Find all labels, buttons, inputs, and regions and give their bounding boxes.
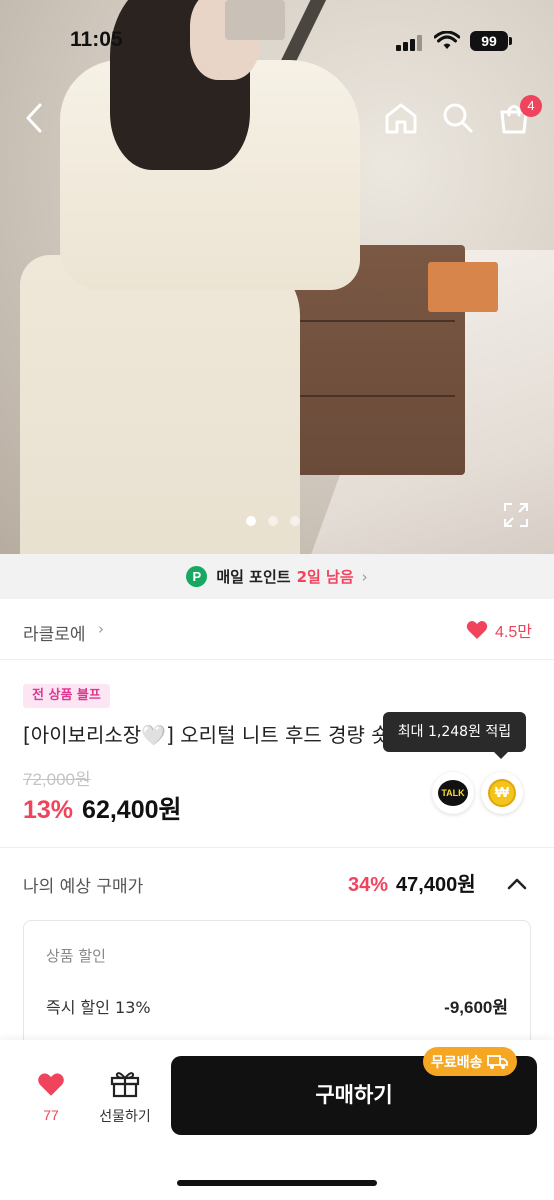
- won-coin-icon: ₩: [488, 779, 516, 807]
- back-button[interactable]: [14, 98, 54, 138]
- store-name[interactable]: 라클로에: [23, 620, 86, 645]
- search-icon: [443, 103, 473, 133]
- truck-icon: [486, 1054, 508, 1069]
- expected-price-label: 나의 예상 구매가: [23, 877, 144, 897]
- discount-breakdown: 상품 할인 즉시 할인 13% -9,600원: [23, 920, 531, 1060]
- discount-rate: 13%: [23, 796, 74, 824]
- wifi-icon: [434, 31, 460, 49]
- chevron-right-icon: ›: [98, 620, 104, 638]
- search-button[interactable]: [438, 98, 478, 138]
- point-label: 매일 포인트: [216, 568, 291, 586]
- instant-discount-label: 즉시 할인 13%: [46, 998, 151, 1017]
- expected-price-value: 47,400원: [396, 874, 476, 896]
- expand-icon[interactable]: [502, 501, 530, 529]
- price-row: 13% 62,400원: [23, 790, 182, 826]
- status-time: 11:05: [70, 28, 123, 51]
- promo-tag: 전 상품 블프: [23, 684, 110, 708]
- heart-icon: [466, 621, 488, 639]
- signal-icon: [396, 35, 422, 51]
- chevron-right-icon: ›: [361, 567, 368, 586]
- daily-point-banner[interactable]: P 매일 포인트 2일 남음 ›: [0, 554, 554, 599]
- kakao-talk-button[interactable]: TALK: [432, 772, 474, 814]
- photo-pants: [20, 255, 300, 554]
- free-shipping-badge: 무료배송: [423, 1047, 517, 1076]
- gift-button[interactable]: 선물하기: [93, 1070, 157, 1126]
- free-shipping-label: 무료배송: [431, 1054, 483, 1071]
- instant-discount-value: -9,600원: [444, 998, 508, 1017]
- sale-price: 62,400원: [82, 796, 182, 824]
- battery-tip: [509, 37, 512, 45]
- point-days-left: 2일 남음: [296, 568, 354, 586]
- points-button[interactable]: ₩: [481, 772, 523, 814]
- battery-indicator: 99: [470, 31, 508, 51]
- cart-count-badge: 4: [520, 95, 542, 117]
- point-badge: P: [186, 566, 208, 587]
- store-likes[interactable]: 4.5만: [466, 618, 532, 642]
- wishlist-button[interactable]: 77: [30, 1072, 72, 1123]
- heart-icon: [38, 1073, 64, 1096]
- original-price: 72,000원: [23, 770, 91, 789]
- carousel-dot[interactable]: [268, 516, 278, 526]
- points-tooltip: 최대 1,248원 적립: [383, 712, 526, 759]
- product-image[interactable]: [0, 0, 554, 554]
- expected-discount-rate: 34%: [348, 874, 389, 896]
- home-button[interactable]: [381, 98, 421, 138]
- gift-icon: [110, 1072, 140, 1098]
- talk-icon: TALK: [438, 780, 468, 806]
- chevron-left-icon: [26, 103, 42, 133]
- store-likes-count: 4.5만: [495, 624, 532, 641]
- photo-box: [428, 262, 498, 312]
- store-row[interactable]: 라클로에 › 4.5만: [0, 600, 554, 660]
- home-icon: [385, 103, 417, 134]
- status-bar: 11:05 99: [0, 0, 554, 80]
- expected-price: 34% 47,400원: [348, 868, 476, 897]
- divider: [0, 847, 554, 848]
- discount-section-title: 상품 할인: [46, 947, 106, 965]
- carousel-dot[interactable]: [246, 516, 256, 526]
- wishlist-count: 77: [43, 1107, 59, 1123]
- gift-label: 선물하기: [99, 1109, 151, 1125]
- carousel-dot[interactable]: [290, 516, 300, 526]
- carousel-dots: [246, 516, 300, 526]
- chevron-up-icon[interactable]: [505, 872, 529, 896]
- home-indicator: [177, 1180, 377, 1186]
